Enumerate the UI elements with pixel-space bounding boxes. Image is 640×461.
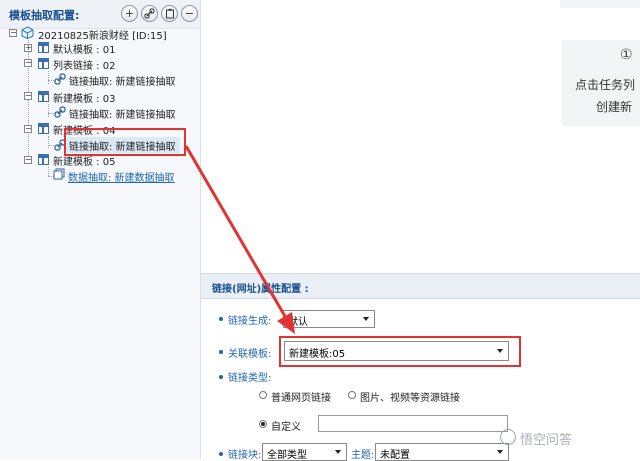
red-arrow-annotation — [184, 145, 295, 334]
watermark-text: 悟空问答 — [520, 433, 573, 448]
watermark-icon — [500, 429, 516, 445]
